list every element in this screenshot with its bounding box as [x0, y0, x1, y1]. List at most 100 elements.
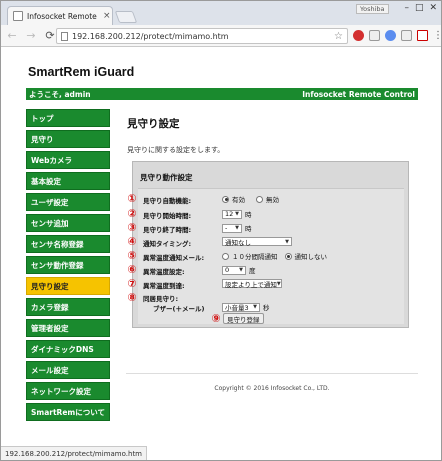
browser-toolbar: ← → ⟳ 192.168.200.212/protect/mimamo.htm…: [1, 25, 442, 47]
sidebar-item-user-settings[interactable]: ユーザ設定: [26, 193, 110, 211]
header-bar: ようこそ, admin Infosocket Remote Control: [26, 88, 418, 100]
footer-divider: [126, 373, 418, 374]
start-hour-select[interactable]: 12 ▼: [222, 209, 242, 219]
app-title: SmartRem iGuard: [28, 65, 135, 79]
tab-close-icon[interactable]: ×: [103, 11, 111, 21]
chevron-down-icon: ▼: [239, 267, 243, 273]
notify-timing-label: 通知タイミング:: [143, 240, 192, 248]
copyright-text: Copyright © 2016 Infosocket Co., LTD.: [214, 385, 330, 392]
brand-text: Infosocket Remote Control: [302, 89, 415, 99]
auto-watch-radio-group: 有効 無効: [222, 194, 279, 204]
callout-number: ②: [127, 207, 137, 220]
temp-value-select[interactable]: 0 ▼: [222, 265, 246, 275]
register-watch-button[interactable]: 見守り登録: [223, 313, 264, 324]
buzzer-label: ブザー(＋メール): [153, 305, 205, 313]
start-time-control: 12 ▼ 時: [222, 209, 252, 219]
sidebar-item-basic-settings[interactable]: 基本設定: [26, 172, 110, 190]
callout-number: ⑤: [127, 249, 137, 262]
extension-square-icon[interactable]: [401, 30, 412, 41]
forward-arrow-icon[interactable]: →: [23, 29, 39, 42]
extension-red-icon[interactable]: [353, 30, 364, 41]
chevron-down-icon: ▼: [235, 225, 239, 231]
sidebar-item-watch[interactable]: 見守り: [26, 130, 110, 148]
degree-unit: 度: [249, 267, 256, 275]
sidebar-item-watch-settings[interactable]: 見守り設定: [26, 277, 110, 295]
chevron-down-icon: ▼: [235, 211, 239, 217]
no-notify-label: 通知しない: [294, 253, 328, 261]
sidebar-item-dynamic-dns[interactable]: ダイナミックDNS: [26, 340, 110, 358]
welcome-text: ようこそ, admin: [29, 89, 91, 99]
tab-title: Infosocket Remote Co: [27, 11, 99, 21]
callout-number: ⑨: [211, 312, 221, 325]
main-section: 見守り設定 見守りに関する設定をします。: [127, 116, 419, 155]
back-arrow-icon[interactable]: ←: [4, 29, 20, 42]
ten-min-notify-radio[interactable]: [222, 252, 229, 260]
end-time-control: - ▼ 時: [222, 223, 252, 233]
page-description: 見守りに関する設定をします。: [127, 146, 225, 154]
sidebar-item-add-sensor[interactable]: センサ追加: [26, 214, 110, 232]
bookmark-star-icon[interactable]: ☆: [334, 31, 343, 42]
temp-setting-control: 0 ▼ 度: [222, 265, 256, 275]
ten-min-label: １０分間隔通知: [232, 253, 278, 261]
extension-pdf-icon[interactable]: [417, 30, 428, 41]
temp-reached-control: 設定より上で通知 ▼: [222, 279, 282, 289]
url-text[interactable]: 192.168.200.212/protect/mimamo.htm: [72, 32, 330, 41]
page-title: 見守り設定: [127, 118, 180, 130]
temp-mail-radio-group: １０分間隔通知 通知しない: [222, 251, 327, 261]
notify-timing-select[interactable]: 通知なし ▼: [222, 237, 292, 247]
extension-blue-icon[interactable]: [385, 30, 396, 41]
callout-number: ⑧: [127, 291, 137, 304]
address-bar[interactable]: 192.168.200.212/protect/mimamo.htm ☆: [56, 28, 348, 44]
auto-watch-label: 見守り自動機能:: [143, 197, 192, 205]
settings-form: ① 見守り自動機能: 有効 無効 ② 見守り開始時間: 12 ▼ 時 ③ 見守り終…: [127, 188, 404, 325]
temp-setting-label: 異常温度設定:: [143, 268, 185, 276]
seconds-unit: 秒: [263, 304, 270, 312]
start-time-label: 見守り開始時間:: [143, 212, 192, 220]
sidebar-item-camera-register[interactable]: カメラ登録: [26, 298, 110, 316]
sidebar-item-sensor-actions[interactable]: センサ動作登録: [26, 256, 110, 274]
callout-number: ⑥: [127, 263, 137, 276]
temp-reached-label: 異常温度到達:: [143, 282, 185, 290]
callout-number: ④: [127, 235, 137, 248]
hour-unit: 時: [245, 211, 252, 219]
temp-reached-select[interactable]: 設定より上で通知 ▼: [222, 279, 282, 289]
hour-unit: 時: [245, 225, 252, 233]
new-tab-button[interactable]: [114, 11, 138, 23]
page-icon: [61, 31, 68, 41]
extension-grid-icon[interactable]: [369, 30, 380, 41]
buzzer-volume-select[interactable]: 小音量3 ▼: [222, 302, 260, 312]
notify-timing-control: 通知なし ▼: [222, 237, 292, 247]
end-hour-select[interactable]: - ▼: [222, 223, 242, 233]
chevron-down-icon: ▼: [253, 304, 257, 310]
sidebar-item-webcam[interactable]: Webカメラ: [26, 151, 110, 169]
status-bar: 192.168.200.212/protect/mimamo.htm: [1, 446, 148, 460]
close-window-icon[interactable]: ✕: [429, 3, 437, 13]
chevron-down-icon: ▼: [276, 280, 281, 287]
end-time-label: 見守り終了時間:: [143, 226, 192, 234]
profile-name[interactable]: Yoshiba: [356, 4, 389, 14]
no-notify-radio[interactable]: [284, 252, 292, 260]
status-url: 192.168.200.212/protect/mimamo.htm: [5, 449, 143, 458]
panel-title: 見守り動作設定: [140, 173, 193, 182]
sidebar-item-admin-settings[interactable]: 管理者設定: [26, 319, 110, 337]
disable-label: 無効: [266, 196, 279, 204]
submit-wrapper: 見守り登録: [223, 313, 264, 324]
browser-menu-icon[interactable]: ⋮: [433, 30, 442, 41]
browser-tab[interactable]: Infosocket Remote Co ×: [7, 6, 113, 25]
auto-watch-disable-radio[interactable]: [256, 195, 263, 203]
sidebar-item-sensor-names[interactable]: センサ名称登録: [26, 235, 110, 253]
temp-mail-label: 異常温度通知メール:: [143, 254, 205, 262]
maximize-icon[interactable]: □: [415, 3, 424, 13]
page-favicon-icon: [13, 11, 23, 21]
auto-watch-enable-radio[interactable]: [222, 195, 229, 203]
chevron-down-icon: ▼: [285, 238, 289, 245]
sidebar-item-about[interactable]: SmartRemについて: [26, 403, 110, 421]
enable-label: 有効: [232, 196, 245, 204]
cohabit-watch-label: 同居見守り:: [143, 295, 179, 303]
sidebar-item-network-settings[interactable]: ネットワーク設定: [26, 382, 110, 400]
sidebar-item-top[interactable]: トップ: [26, 109, 110, 127]
sidebar-item-mail-settings[interactable]: メール設定: [26, 361, 110, 379]
minimize-icon[interactable]: –: [404, 3, 409, 13]
callout-number: ①: [127, 192, 137, 205]
window-controls: – □ ✕: [404, 3, 437, 13]
